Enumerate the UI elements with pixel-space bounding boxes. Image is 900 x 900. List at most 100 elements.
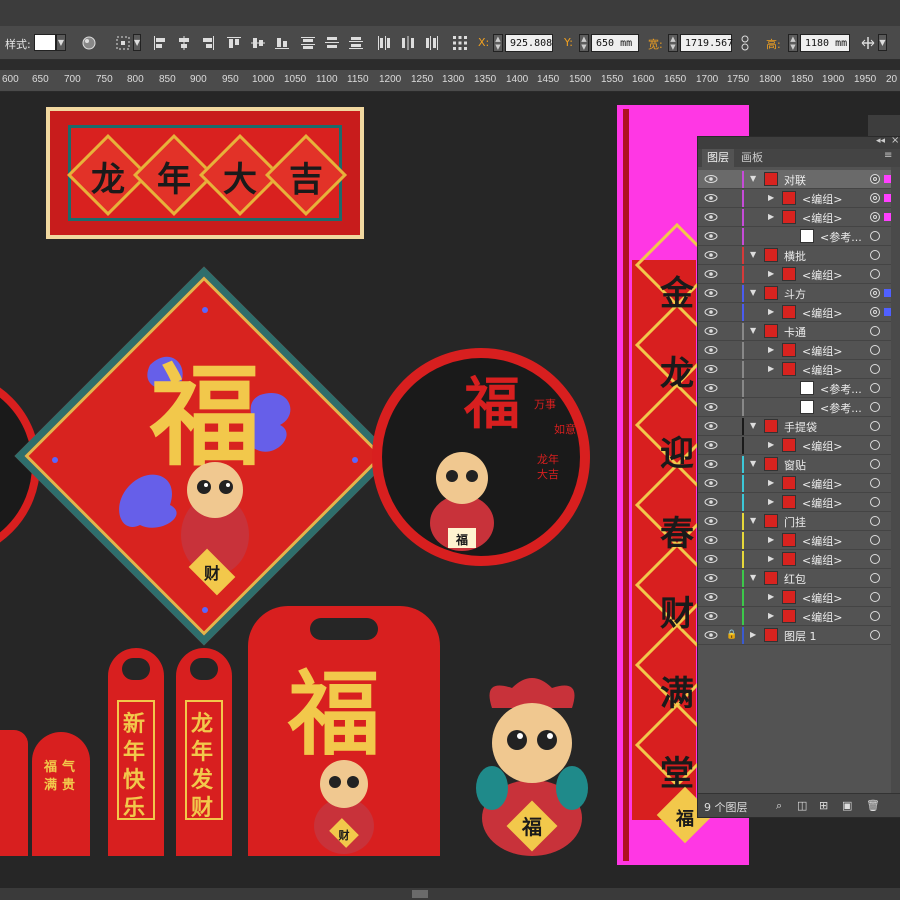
layer-row[interactable]: <参考... bbox=[698, 379, 900, 398]
visibility-eye-icon[interactable] bbox=[704, 421, 718, 431]
lock-icon[interactable]: 🔒 bbox=[726, 630, 737, 640]
cartoon-dragon-artwork[interactable]: 福 bbox=[462, 668, 602, 860]
locate-object-icon[interactable]: ⌕ bbox=[776, 799, 788, 812]
expand-triangle-icon[interactable]: ▶ bbox=[750, 630, 756, 639]
height-field[interactable]: 1180 mm bbox=[800, 34, 850, 52]
layer-row[interactable]: ▼ 红包 bbox=[698, 569, 900, 588]
banner-artwork[interactable]: 龙 年 大 吉 bbox=[46, 107, 364, 239]
expand-triangle-icon[interactable]: ▶ bbox=[768, 440, 774, 449]
visibility-eye-icon[interactable] bbox=[704, 535, 718, 545]
expand-triangle-icon[interactable]: ▶ bbox=[768, 611, 774, 620]
expand-triangle-icon[interactable]: ▶ bbox=[768, 307, 774, 316]
target-circle-icon[interactable] bbox=[870, 307, 880, 317]
door-hanger-2[interactable]: 龙 年 发 财 bbox=[176, 648, 232, 856]
layer-row[interactable]: ▶ <编组> bbox=[698, 474, 900, 493]
layers-panel-titlebar[interactable]: ◂◂ × bbox=[698, 135, 900, 149]
align-top-icon[interactable] bbox=[226, 35, 242, 51]
layer-row[interactable]: ▶ <编组> bbox=[698, 436, 900, 455]
collapse-icon[interactable]: ◂◂ bbox=[876, 136, 885, 146]
collapse-triangle-icon[interactable]: ▼ bbox=[750, 326, 756, 335]
red-packet-partial[interactable] bbox=[0, 730, 28, 856]
expand-triangle-icon[interactable]: ▶ bbox=[768, 269, 774, 278]
target-circle-icon[interactable] bbox=[870, 535, 880, 545]
x-field[interactable]: 925.808 bbox=[505, 34, 553, 52]
target-circle-icon[interactable] bbox=[870, 440, 880, 450]
collapse-triangle-icon[interactable]: ▼ bbox=[750, 573, 756, 582]
target-circle-icon[interactable] bbox=[870, 402, 880, 412]
align-right-icon[interactable] bbox=[200, 35, 216, 51]
target-circle-icon[interactable] bbox=[870, 421, 880, 431]
distribute-left-icon[interactable] bbox=[376, 35, 392, 51]
close-icon[interactable]: × bbox=[891, 135, 899, 146]
panel-menu-icon[interactable]: ≡ bbox=[884, 150, 892, 161]
layer-row[interactable]: ▼ 门挂 bbox=[698, 512, 900, 531]
target-circle-icon[interactable] bbox=[870, 383, 880, 393]
visibility-eye-icon[interactable] bbox=[704, 212, 718, 222]
target-circle-icon[interactable] bbox=[870, 516, 880, 526]
target-circle-icon[interactable] bbox=[870, 364, 880, 374]
expand-triangle-icon[interactable]: ▶ bbox=[768, 554, 774, 563]
x-spinner[interactable]: ▲ ▼ bbox=[493, 34, 503, 52]
visibility-eye-icon[interactable] bbox=[704, 288, 718, 298]
transform-dropdown-arrow[interactable]: ▼ bbox=[878, 34, 887, 51]
tab-artboards[interactable]: 画板 bbox=[736, 149, 768, 167]
target-circle-icon[interactable] bbox=[870, 288, 880, 298]
visibility-eye-icon[interactable] bbox=[704, 231, 718, 241]
layer-row[interactable]: ▶ <编组> bbox=[698, 303, 900, 322]
visibility-eye-icon[interactable] bbox=[704, 573, 718, 583]
style-dropdown-arrow[interactable]: ▼ bbox=[56, 34, 66, 51]
layer-row[interactable]: ▶ <编组> bbox=[698, 531, 900, 550]
layer-row[interactable]: ▶ <编组> bbox=[698, 493, 900, 512]
layer-row[interactable]: ▶ <编组> bbox=[698, 550, 900, 569]
y-spinner[interactable]: ▲ ▼ bbox=[579, 34, 589, 52]
target-circle-icon[interactable] bbox=[870, 212, 880, 222]
layer-row[interactable]: ▼ 对联 bbox=[698, 170, 900, 189]
expand-triangle-icon[interactable]: ▶ bbox=[768, 535, 774, 544]
layer-row[interactable]: ▶ <编组> bbox=[698, 341, 900, 360]
visibility-eye-icon[interactable] bbox=[704, 459, 718, 469]
width-field[interactable]: 1719.567 bbox=[680, 34, 733, 52]
visibility-eye-icon[interactable] bbox=[704, 307, 718, 317]
layer-row[interactable]: ▶ <编组> bbox=[698, 208, 900, 227]
expand-triangle-icon[interactable]: ▶ bbox=[768, 345, 774, 354]
align-to-selection-icon[interactable] bbox=[115, 35, 131, 51]
expand-triangle-icon[interactable]: ▶ bbox=[768, 497, 774, 506]
visibility-eye-icon[interactable] bbox=[704, 478, 718, 488]
constrain-proportions-icon[interactable] bbox=[737, 35, 753, 51]
align-vcenter-icon[interactable] bbox=[250, 35, 266, 51]
visibility-eye-icon[interactable] bbox=[704, 326, 718, 336]
target-circle-icon[interactable] bbox=[870, 269, 880, 279]
target-circle-icon[interactable] bbox=[870, 478, 880, 488]
visibility-eye-icon[interactable] bbox=[704, 383, 718, 393]
target-circle-icon[interactable] bbox=[870, 250, 880, 260]
target-circle-icon[interactable] bbox=[870, 326, 880, 336]
target-circle-icon[interactable] bbox=[870, 193, 880, 203]
expand-triangle-icon[interactable]: ▶ bbox=[768, 592, 774, 601]
tab-layers[interactable]: 图层 bbox=[702, 149, 734, 167]
visibility-eye-icon[interactable] bbox=[704, 592, 718, 602]
layers-scrollbar[interactable] bbox=[891, 167, 900, 795]
visibility-eye-icon[interactable] bbox=[704, 440, 718, 450]
align-left-icon[interactable] bbox=[152, 35, 168, 51]
visibility-eye-icon[interactable] bbox=[704, 516, 718, 526]
make-clip-mask-icon[interactable]: ◫ bbox=[797, 799, 809, 812]
distribute-hcenter-icon[interactable] bbox=[400, 35, 416, 51]
transform-icon[interactable] bbox=[860, 35, 876, 51]
target-circle-icon[interactable] bbox=[870, 459, 880, 469]
target-circle-icon[interactable] bbox=[870, 630, 880, 640]
visibility-eye-icon[interactable] bbox=[704, 174, 718, 184]
align-hcenter-icon[interactable] bbox=[176, 35, 192, 51]
visibility-eye-icon[interactable] bbox=[704, 345, 718, 355]
collapse-triangle-icon[interactable]: ▼ bbox=[750, 288, 756, 297]
layer-row[interactable]: <参考... bbox=[698, 227, 900, 246]
horizontal-scrollbar[interactable] bbox=[0, 888, 900, 900]
visibility-eye-icon[interactable] bbox=[704, 250, 718, 260]
target-circle-icon[interactable] bbox=[870, 611, 880, 621]
door-hanger-1[interactable]: 新 年 快 乐 bbox=[108, 648, 164, 856]
visibility-eye-icon[interactable] bbox=[704, 497, 718, 507]
horizontal-scroll-thumb[interactable] bbox=[412, 890, 428, 898]
recolor-icon[interactable] bbox=[81, 35, 97, 51]
layer-row[interactable]: ▶ <编组> bbox=[698, 360, 900, 379]
collapse-triangle-icon[interactable]: ▼ bbox=[750, 421, 756, 430]
collapse-triangle-icon[interactable]: ▼ bbox=[750, 516, 756, 525]
